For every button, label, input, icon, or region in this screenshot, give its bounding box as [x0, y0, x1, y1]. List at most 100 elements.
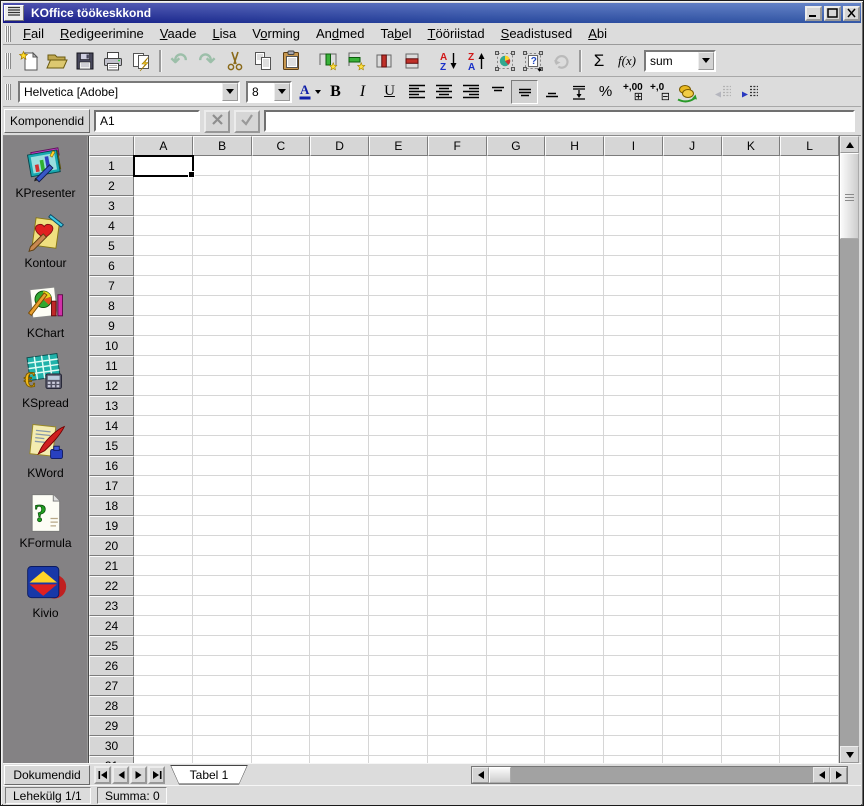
last-sheet-button[interactable] [148, 765, 165, 784]
cell-I7[interactable] [604, 276, 663, 296]
font-size-combo[interactable]: 8 [246, 80, 292, 103]
cell-L25[interactable] [780, 636, 839, 656]
cell-K5[interactable] [721, 236, 781, 256]
cell-G13[interactable] [486, 396, 546, 416]
cell-G30[interactable] [486, 736, 546, 756]
cell-G18[interactable] [486, 496, 546, 516]
row-header-8[interactable]: 8 [89, 296, 134, 316]
cell-L17[interactable] [780, 476, 839, 496]
cell-J22[interactable] [662, 576, 722, 596]
align-left-button[interactable] [403, 80, 430, 104]
cell-G12[interactable] [486, 376, 546, 396]
cell-F27[interactable] [427, 676, 487, 696]
align-center-button[interactable] [430, 80, 457, 104]
cell-I24[interactable] [604, 616, 663, 636]
row-header-6[interactable]: 6 [89, 256, 134, 276]
cell-K8[interactable] [721, 296, 781, 316]
cell-I21[interactable] [604, 556, 663, 576]
row-header-12[interactable]: 12 [89, 376, 134, 396]
cell-H6[interactable] [545, 256, 604, 276]
cell-C11[interactable] [251, 356, 311, 376]
cell-G10[interactable] [486, 336, 546, 356]
cell-I30[interactable] [604, 736, 663, 756]
cell-I27[interactable] [604, 676, 663, 696]
cell-J2[interactable] [662, 176, 722, 196]
cell-I5[interactable] [604, 236, 663, 256]
cell-E29[interactable] [369, 716, 428, 736]
cell-L4[interactable] [780, 216, 839, 236]
sidebar-item-kivio[interactable]: Kivio [24, 561, 68, 620]
cell-G2[interactable] [486, 176, 546, 196]
redo-button[interactable]: ↷ [193, 48, 221, 74]
cell-B15[interactable] [192, 436, 252, 456]
cell-J31[interactable] [662, 756, 722, 763]
precision-increase-button[interactable]: +,00 ⊞ [619, 80, 646, 104]
cell-A15[interactable] [134, 436, 193, 456]
cell-B16[interactable] [192, 456, 252, 476]
cell-C19[interactable] [251, 516, 311, 536]
cell-E1[interactable] [369, 156, 428, 176]
cell-C3[interactable] [251, 196, 311, 216]
cell-D25[interactable] [310, 636, 369, 656]
cell-H27[interactable] [545, 676, 604, 696]
cell-G5[interactable] [486, 236, 546, 256]
menu-vorming[interactable]: Vorming [244, 24, 308, 43]
cell-A25[interactable] [134, 636, 193, 656]
cell-L15[interactable] [780, 436, 839, 456]
cell-L7[interactable] [780, 276, 839, 296]
menu-andmed[interactable]: Andmed [308, 24, 372, 43]
cell-K16[interactable] [721, 456, 781, 476]
cell-K17[interactable] [721, 476, 781, 496]
cell-E16[interactable] [369, 456, 428, 476]
cell-H19[interactable] [545, 516, 604, 536]
cell-F31[interactable] [427, 756, 487, 763]
cell-F5[interactable] [427, 236, 487, 256]
insert-column-button[interactable] [314, 48, 342, 74]
money-format-button[interactable] [673, 80, 700, 104]
cell-A26[interactable] [134, 656, 193, 676]
cell-H24[interactable] [545, 616, 604, 636]
sidebar-item-kpresenter[interactable]: KPresenter [15, 141, 76, 200]
toolbar-handle[interactable] [5, 52, 11, 69]
row-header-10[interactable]: 10 [89, 336, 134, 356]
cell-B13[interactable] [192, 396, 252, 416]
cell-L12[interactable] [780, 376, 839, 396]
cell-A12[interactable] [134, 376, 193, 396]
titlebar[interactable]: KOffice töökeskkond [3, 3, 861, 23]
cell-L23[interactable] [780, 596, 839, 616]
cell-L1[interactable] [780, 156, 839, 176]
cell-J6[interactable] [662, 256, 722, 276]
cell-J18[interactable] [662, 496, 722, 516]
cell-C22[interactable] [251, 576, 311, 596]
column-header-K[interactable]: K [721, 136, 781, 156]
cell-D23[interactable] [310, 596, 369, 616]
percent-button[interactable]: % [592, 80, 619, 104]
sort-descending-button[interactable]: ZA [463, 48, 491, 74]
open-document-button[interactable] [43, 48, 71, 74]
valign-top-button[interactable] [484, 80, 511, 104]
cell-K21[interactable] [721, 556, 781, 576]
cell-B21[interactable] [192, 556, 252, 576]
italic-button[interactable]: I [349, 80, 376, 104]
cell-K28[interactable] [721, 696, 781, 716]
cell-B12[interactable] [192, 376, 252, 396]
cell-L29[interactable] [780, 716, 839, 736]
cell-J19[interactable] [662, 516, 722, 536]
cell-E10[interactable] [369, 336, 428, 356]
cell-B10[interactable] [192, 336, 252, 356]
cell-G26[interactable] [486, 656, 546, 676]
column-header-E[interactable]: E [369, 136, 428, 156]
cell-B22[interactable] [192, 576, 252, 596]
cell-I12[interactable] [604, 376, 663, 396]
cell-H31[interactable] [545, 756, 604, 763]
cell-L3[interactable] [780, 196, 839, 216]
new-document-button[interactable] [15, 48, 43, 74]
row-header-4[interactable]: 4 [89, 216, 134, 236]
cell-H12[interactable] [545, 376, 604, 396]
text-color-button[interactable]: A [295, 80, 322, 104]
cell-F30[interactable] [427, 736, 487, 756]
cell-L22[interactable] [780, 576, 839, 596]
cell-I23[interactable] [604, 596, 663, 616]
cell-I15[interactable] [604, 436, 663, 456]
cell-E12[interactable] [369, 376, 428, 396]
